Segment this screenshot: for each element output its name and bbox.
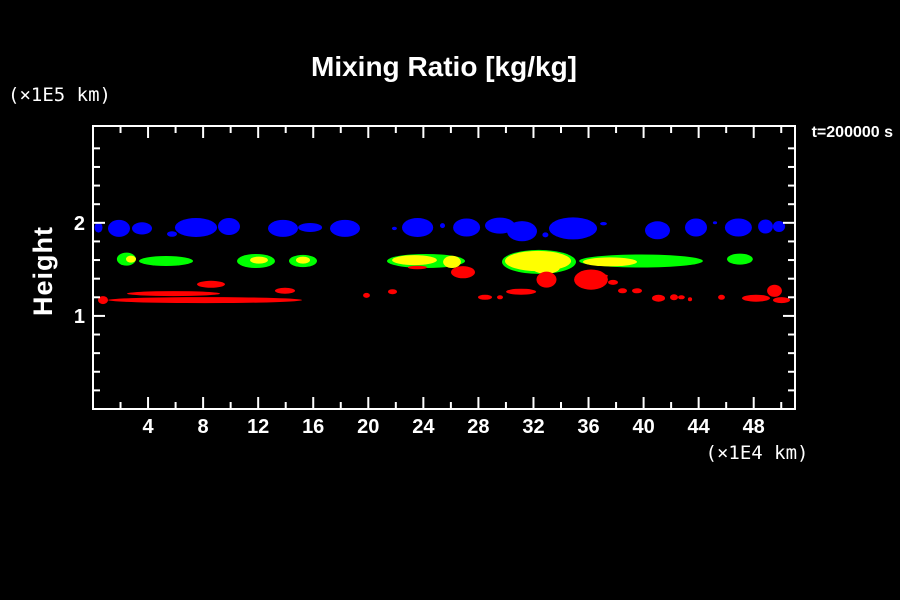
blue-contour-blob	[758, 220, 773, 234]
x-tick-label: 16	[302, 416, 324, 438]
blue-contour-blob	[600, 222, 607, 225]
x-tick-label: 44	[687, 416, 710, 438]
x-tick-label: 12	[247, 416, 269, 438]
green-contour-blob	[727, 254, 753, 265]
blue-contour-blob	[132, 222, 152, 234]
red-contour-blob	[577, 273, 585, 277]
red-contour-blob	[688, 297, 692, 301]
red-contour-blob	[773, 297, 790, 303]
red-contour-blob	[678, 295, 685, 299]
x-tick-label: 36	[577, 416, 599, 438]
blue-contour-blob	[268, 220, 298, 237]
yellow-contour-blob	[443, 256, 461, 268]
blue-contour-blob	[713, 221, 717, 224]
blue-contour-blob	[298, 223, 322, 232]
red-contour-blob	[670, 294, 678, 300]
red-contour-blob	[618, 288, 627, 293]
tick-labels: 481216202428323640444812	[74, 213, 765, 438]
blue-contour-blob	[167, 231, 177, 237]
red-contour-blob	[451, 266, 475, 278]
x-tick-label: 20	[357, 416, 379, 438]
green-contour-blob	[139, 256, 193, 266]
y-axis-unit-label: (×1E5 km)	[8, 84, 111, 106]
yellow-contour-blob	[296, 257, 310, 264]
yellow-contour-blob	[392, 255, 437, 265]
blue-contour-blob	[392, 227, 397, 230]
y-axis-title: Height	[28, 226, 58, 316]
blue-contour-blob	[402, 218, 433, 237]
red-contour-blob	[127, 291, 220, 296]
x-tick-label: 24	[412, 416, 435, 438]
yellow-contour-blob	[126, 256, 136, 263]
red-contour-blob	[497, 295, 503, 299]
blue-contour-blob	[95, 222, 103, 232]
blue-contour-blob	[108, 220, 130, 237]
blue-contour-blob	[507, 221, 537, 241]
x-tick-label: 40	[632, 416, 654, 438]
x-axis-unit-label: (×1E4 km)	[706, 442, 809, 464]
x-tick-label: 28	[467, 416, 489, 438]
yellow-contour-blob	[583, 257, 637, 266]
red-contour-blob	[408, 266, 427, 269]
plot-title: Mixing Ratio [kg/kg]	[311, 51, 577, 82]
y-tick-label: 1	[74, 306, 85, 328]
red-contour-blob	[108, 297, 302, 303]
red-contour-blob	[197, 281, 225, 288]
red-contour-blob	[275, 288, 295, 294]
red-contour-blob	[388, 289, 397, 294]
axes	[93, 126, 795, 409]
red-contour-blob	[363, 293, 370, 298]
contour-blobs	[95, 217, 791, 304]
red-contour-blob	[478, 295, 492, 300]
x-tick-label: 48	[743, 416, 765, 438]
red-contour-blob	[506, 289, 536, 295]
yellow-contour-blob	[250, 257, 268, 264]
red-contour-blob	[767, 285, 782, 297]
blue-contour-blob	[453, 219, 480, 237]
blue-contour-blob	[218, 218, 240, 235]
blue-contour-blob	[330, 220, 360, 237]
blue-contour-blob	[685, 219, 707, 237]
blue-contour-blob	[645, 221, 670, 239]
y-tick-label: 2	[74, 213, 85, 235]
plot-frame	[93, 126, 795, 409]
red-contour-blob	[608, 280, 618, 285]
red-contour-blob	[632, 288, 642, 293]
x-tick-label: 32	[522, 416, 544, 438]
red-contour-blob	[574, 270, 608, 290]
blue-contour-blob	[549, 217, 597, 239]
blue-contour-blob	[542, 232, 548, 237]
blue-contour-blob	[725, 219, 752, 237]
x-tick-label: 8	[198, 416, 209, 438]
time-annotation: t=200000 s	[812, 124, 894, 141]
mixing-ratio-contour-plot: 481216202428323640444812 Mixing Ratio [k…	[0, 0, 900, 600]
red-contour-blob	[588, 274, 608, 278]
plot-window: 481216202428323640444812 Mixing Ratio [k…	[0, 0, 900, 600]
x-tick-label: 4	[143, 416, 155, 438]
red-contour-blob	[537, 272, 557, 288]
blue-contour-blob	[175, 218, 217, 237]
blue-contour-blob	[440, 223, 445, 228]
red-contour-blob	[718, 295, 725, 300]
red-contour-blob	[742, 295, 770, 302]
red-contour-blob	[652, 295, 665, 302]
